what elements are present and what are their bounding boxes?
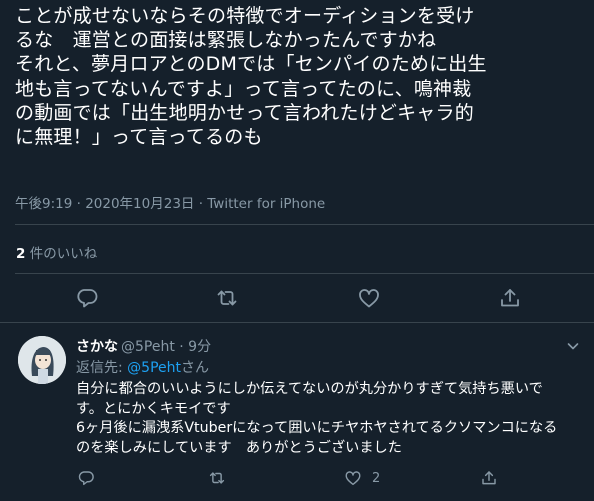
chevron-down-icon — [567, 343, 579, 350]
replying-to-prefix: 返信先: — [76, 360, 128, 376]
divider — [15, 273, 594, 274]
reply-timestamp[interactable]: · 9分 — [175, 339, 211, 355]
reply-share-button[interactable] — [480, 468, 498, 488]
heart-icon — [359, 289, 379, 308]
heart-icon — [345, 471, 361, 486]
reply-header: さかな @5Peht · 9分 — [76, 336, 211, 356]
tweet-detail-page: ことが成せないならその特徴でオーディションを受け るな 運営との面接は緊張しなか… — [0, 0, 594, 501]
retweet-icon — [217, 290, 237, 306]
avatar[interactable] — [18, 336, 66, 384]
reply-author-handle[interactable]: @5Peht — [121, 339, 175, 355]
reply-button[interactable] — [75, 286, 99, 310]
reply-text: 自分に都合のいいようにしか伝えてないのが丸分かりすぎて気持ち悪いで す。とにかく… — [76, 381, 558, 456]
avatar-image — [18, 336, 66, 384]
tweet-meta[interactable]: 午後9:19 · 2020年10月23日 · Twitter for iPhon… — [15, 192, 325, 212]
reply-icon — [78, 471, 94, 486]
more-options-button[interactable] — [564, 337, 582, 355]
reply-like-button[interactable]: 2 — [344, 468, 380, 488]
reply-icon — [77, 289, 98, 308]
replying-to-handle[interactable]: @5Peht — [127, 360, 181, 376]
retweet-button[interactable] — [215, 286, 239, 310]
tweet-text: ことが成せないならその特徴でオーディションを受け るな 運営との面接は緊張しなか… — [15, 5, 487, 149]
share-icon — [482, 471, 496, 485]
share-button[interactable] — [498, 286, 522, 310]
replying-to-suffix: さん — [181, 360, 209, 376]
likes-number: 2 — [16, 246, 26, 262]
retweet-icon — [209, 472, 225, 484]
reply-tweet[interactable]: さかな @5Peht · 9分 返信先: @5Pehtさん 自分に都合のいいように… — [0, 323, 594, 501]
share-icon — [501, 289, 519, 307]
reply-like-count: 2 — [372, 470, 381, 486]
likes-label: 件のいいね — [25, 246, 98, 262]
reply-reply-button[interactable] — [77, 468, 95, 488]
reply-retweet-button[interactable] — [208, 468, 226, 488]
like-button[interactable] — [357, 286, 381, 310]
divider — [15, 224, 594, 225]
reply-author-name[interactable]: さかな — [76, 339, 118, 355]
replying-to: 返信先: @5Pehtさん — [76, 357, 209, 377]
tweet-actions — [0, 286, 594, 314]
reply-actions: 2 — [0, 468, 594, 492]
likes-count-link[interactable]: 2 件のいいね — [16, 242, 97, 262]
